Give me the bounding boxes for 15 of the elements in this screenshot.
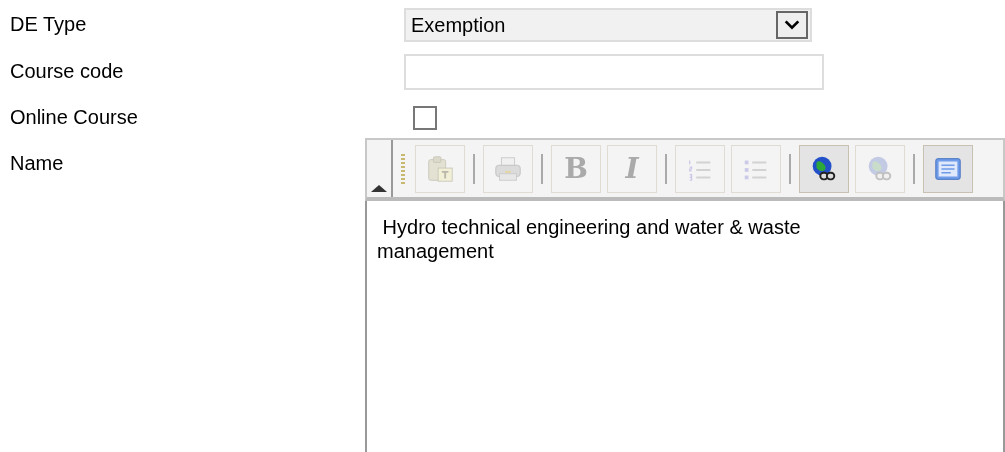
- field-label: Online Course: [10, 105, 139, 129]
- editor-text: Hydro technical engineering and water & waste management: [377, 215, 802, 263]
- checkbox[interactable]: [413, 106, 437, 130]
- chevron-down-icon[interactable]: [776, 11, 808, 39]
- field-label: DE Type: [10, 12, 88, 36]
- paste-icon: [425, 153, 455, 184]
- text-area[interactable]: Hydro technical engineering and water & waste management: [365, 201, 1005, 452]
- input-field[interactable]: [404, 54, 824, 90]
- grip-handle[interactable]: [401, 153, 405, 184]
- field-label: Name: [10, 151, 65, 175]
- link-button[interactable]: [799, 144, 849, 193]
- triangle-up-icon: [371, 185, 387, 192]
- field-label: Course code: [10, 59, 125, 83]
- source-button[interactable]: [923, 144, 973, 193]
- select-dropdown[interactable]: Exemption: [404, 8, 812, 42]
